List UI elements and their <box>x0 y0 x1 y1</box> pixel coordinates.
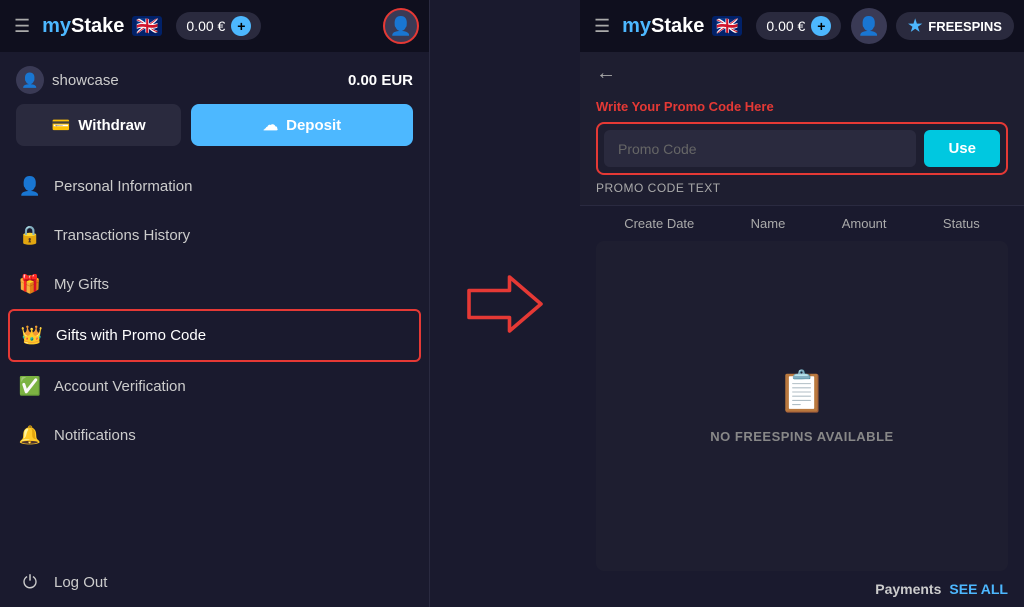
empty-state: 📋 NO FREESPINS AVAILABLE <box>596 241 1008 571</box>
bell-icon: 🔔 <box>18 425 42 446</box>
user-info: 👤 showcase 0.00 EUR <box>0 52 429 104</box>
balance-value: 0.00 € <box>186 18 225 34</box>
add-funds-button[interactable]: + <box>231 16 251 36</box>
right-add-funds-button[interactable]: + <box>811 16 831 36</box>
logout-item[interactable]: ⏻ Log Out <box>0 558 429 607</box>
logo: myStake <box>42 15 124 38</box>
deposit-label: Deposit <box>286 117 341 134</box>
sidebar-label-transactions: Transactions History <box>54 227 190 244</box>
promo-input-row: Use <box>596 122 1008 175</box>
table-header: Create Date Name Amount Status <box>580 206 1024 241</box>
username-area: 👤 showcase <box>16 66 119 94</box>
col-amount: Amount <box>842 216 887 231</box>
sidebar-label-notifications: Notifications <box>54 427 136 444</box>
gift-icon: 🎁 <box>18 274 42 295</box>
right-header: ☰ myStake 0.00 € + 👤 ★ FREESPINS <box>580 0 1024 52</box>
username-label: showcase <box>52 72 119 89</box>
right-avatar-button[interactable]: 👤 <box>851 8 887 44</box>
right-menu-icon[interactable]: ☰ <box>590 12 614 41</box>
user-avatar: 👤 <box>16 66 44 94</box>
freespins-label: FREESPINS <box>928 19 1002 34</box>
sidebar-label-my-gifts: My Gifts <box>54 276 109 293</box>
logo-text: myStake <box>42 15 124 38</box>
deposit-icon: ☁ <box>263 116 278 134</box>
logout-icon: ⏻ <box>18 572 42 593</box>
col-status: Status <box>943 216 980 231</box>
sidebar-item-account-verify[interactable]: ✅ Account Verification <box>8 362 421 411</box>
left-panel: ☰ myStake 0.00 € + 👤 👤 showcase 0.00 EUR… <box>0 0 430 607</box>
arrow-area <box>430 0 580 607</box>
sidebar-label-account-verify: Account Verification <box>54 378 186 395</box>
logo-my: my <box>42 15 71 37</box>
no-freespins-text: NO FREESPINS AVAILABLE <box>710 429 893 444</box>
menu-list: 👤 Personal Information 🔒 Transactions Hi… <box>0 162 429 558</box>
sidebar-item-transactions[interactable]: 🔒 Transactions History <box>8 211 421 260</box>
col-name: Name <box>751 216 786 231</box>
language-flag[interactable] <box>132 16 162 36</box>
action-buttons: 💳 Withdraw ☁ Deposit <box>0 104 429 162</box>
back-button[interactable]: ← <box>596 62 616 85</box>
lock-icon: 🔒 <box>18 225 42 246</box>
payments-footer: Payments SEE ALL <box>580 571 1024 607</box>
right-logo-text: myStake <box>622 15 704 38</box>
crown-icon: 👑 <box>20 325 44 346</box>
right-logo: myStake <box>622 15 704 38</box>
promo-code-text: PROMO CODE TEXT <box>596 181 1008 195</box>
freespins-badge: ★ FREESPINS <box>896 12 1014 40</box>
promo-section: ← Write Your Promo Code Here Use PROMO C… <box>580 52 1024 206</box>
withdraw-button[interactable]: 💳 Withdraw <box>16 104 181 146</box>
right-avatar-icon: 👤 <box>857 16 879 37</box>
see-all-link[interactable]: SEE ALL <box>949 581 1008 597</box>
menu-hamburger-icon[interactable]: ☰ <box>10 12 34 41</box>
sidebar-item-my-gifts[interactable]: 🎁 My Gifts <box>8 260 421 309</box>
col-create-date: Create Date <box>624 216 694 231</box>
deposit-button[interactable]: ☁ Deposit <box>191 104 413 146</box>
right-panel: ☰ myStake 0.00 € + 👤 ★ FREESPINS ← Write… <box>580 0 1024 607</box>
right-arrow-icon <box>460 269 550 339</box>
sidebar-label-gifts-promo: Gifts with Promo Code <box>56 327 206 344</box>
withdraw-label: Withdraw <box>78 117 145 134</box>
check-icon: ✅ <box>18 376 42 397</box>
sidebar-label-personal-info: Personal Information <box>54 178 192 195</box>
avatar-icon: 👤 <box>390 16 412 37</box>
star-icon: ★ <box>908 16 922 36</box>
payments-label: Payments <box>875 581 941 597</box>
clipboard-icon: 📋 <box>777 368 827 415</box>
user-balance: 0.00 EUR <box>348 72 413 89</box>
right-balance: 0.00 € + <box>756 12 841 40</box>
right-language-flag[interactable] <box>712 16 742 36</box>
right-balance-value: 0.00 € <box>766 18 805 34</box>
withdraw-icon: 💳 <box>52 116 71 134</box>
logo-stake: Stake <box>71 15 124 37</box>
avatar-button[interactable]: 👤 <box>383 8 419 44</box>
use-promo-button[interactable]: Use <box>924 130 1000 167</box>
promo-label: Write Your Promo Code Here <box>596 99 1008 114</box>
left-header: ☰ myStake 0.00 € + 👤 <box>0 0 429 52</box>
sidebar-item-notifications[interactable]: 🔔 Notifications <box>8 411 421 460</box>
logout-label: Log Out <box>54 574 107 591</box>
sidebar-item-personal-info[interactable]: 👤 Personal Information <box>8 162 421 211</box>
person-icon: 👤 <box>18 176 42 197</box>
sidebar-item-gifts-promo[interactable]: 👑 Gifts with Promo Code <box>8 309 421 362</box>
promo-code-input[interactable] <box>604 130 916 167</box>
balance-display: 0.00 € + <box>176 12 261 40</box>
